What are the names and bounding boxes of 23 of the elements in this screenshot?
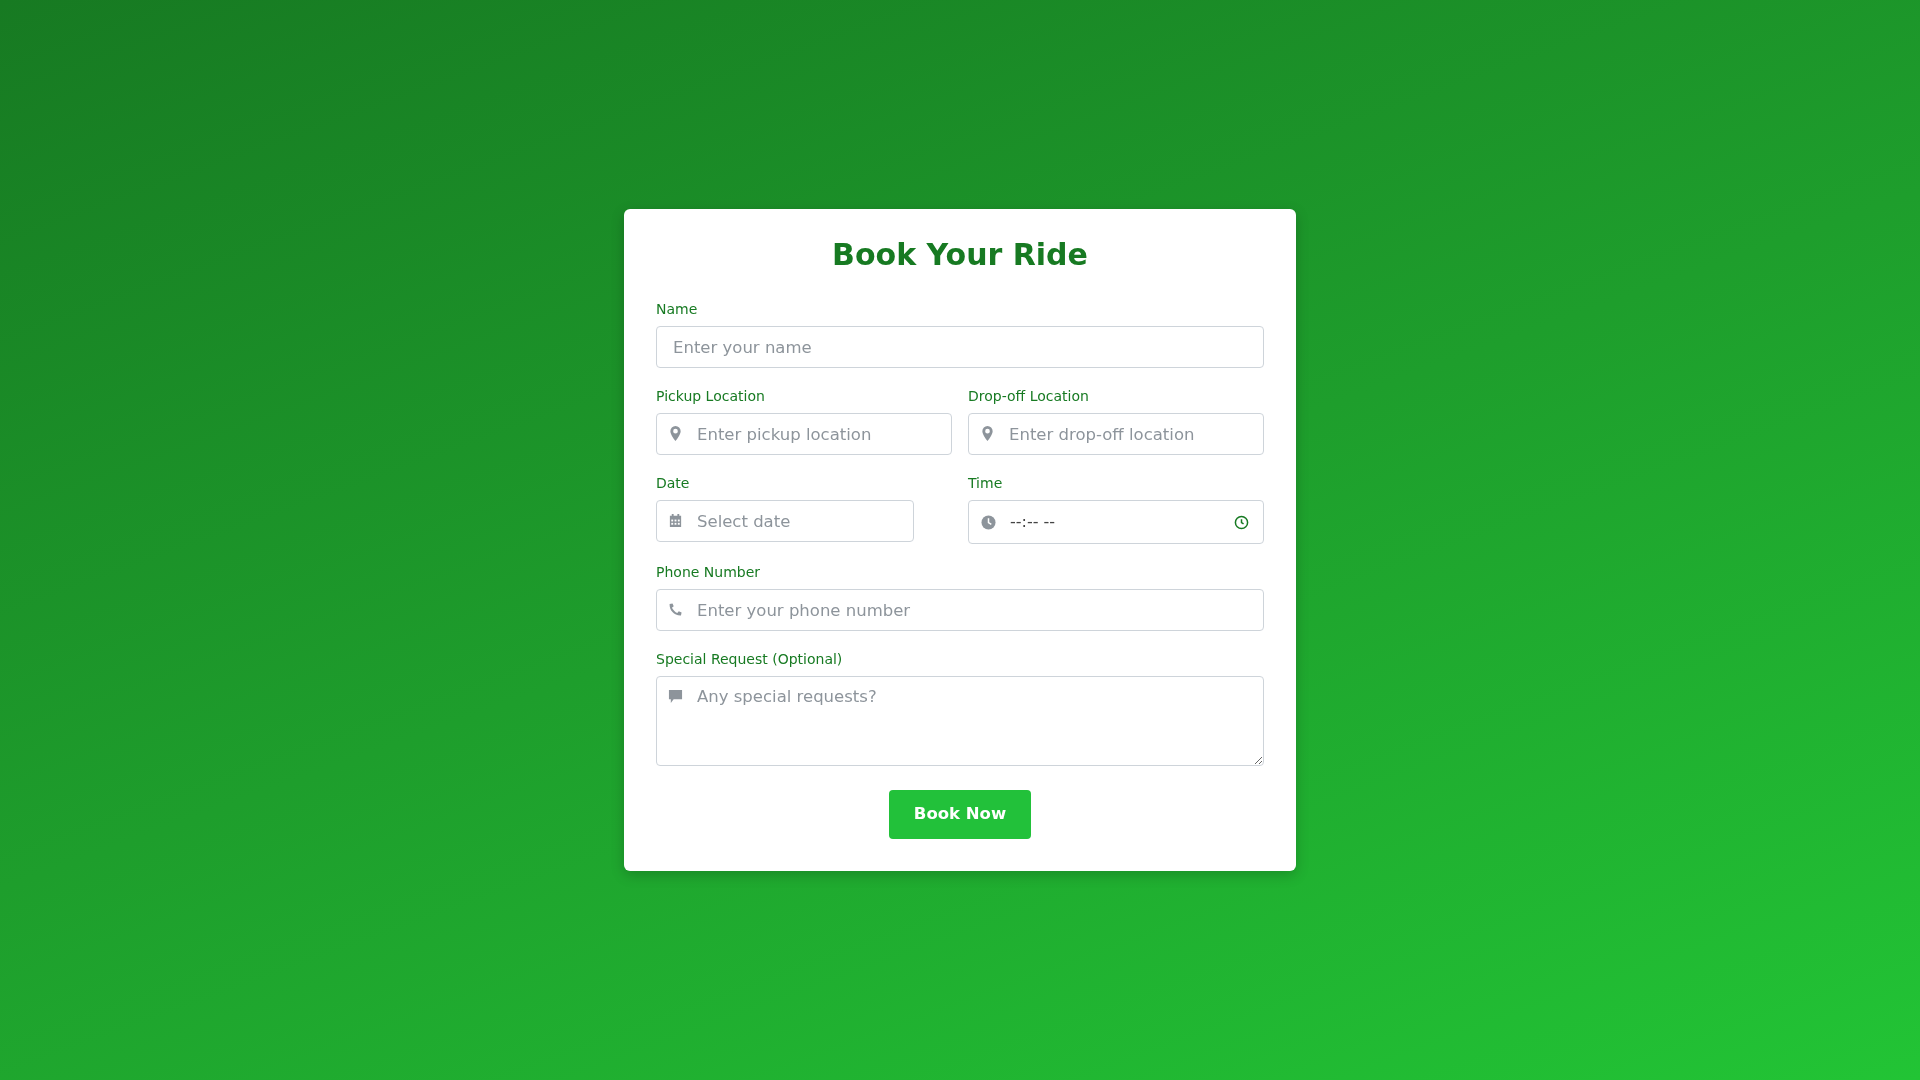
phone-field[interactable]: Enter your phone number: [656, 589, 1264, 632]
field-label: Name: [656, 300, 698, 320]
field-label: Date: [656, 474, 690, 494]
pin-icon: [668, 426, 683, 442]
calendar-icon: [668, 513, 683, 529]
field-label: Pickup Location: [656, 387, 765, 407]
name-field[interactable]: Enter your name: [656, 326, 1264, 369]
location-field[interactable]: Enter drop-off location: [968, 413, 1264, 456]
field-label: Time: [968, 474, 1003, 494]
clock-icon: [981, 514, 996, 530]
pin-icon: [980, 426, 995, 442]
time-field[interactable]: --:-- --: [968, 500, 1264, 545]
field-label: Drop-off Location: [968, 387, 1089, 407]
date-field[interactable]: Select date: [656, 500, 914, 543]
comment-icon: [668, 689, 683, 705]
field-label: Phone Number: [656, 563, 761, 583]
time-value: --:-- --: [1010, 511, 1057, 534]
form-title: Book Your Ride: [831, 237, 1089, 274]
location-field[interactable]: Enter pickup location: [656, 413, 952, 456]
clock-icon[interactable]: [1234, 514, 1249, 530]
request-field[interactable]: Any special requests?: [656, 676, 1264, 767]
field-label: Special Request (Optional): [656, 650, 843, 670]
phone-icon: [668, 602, 683, 618]
